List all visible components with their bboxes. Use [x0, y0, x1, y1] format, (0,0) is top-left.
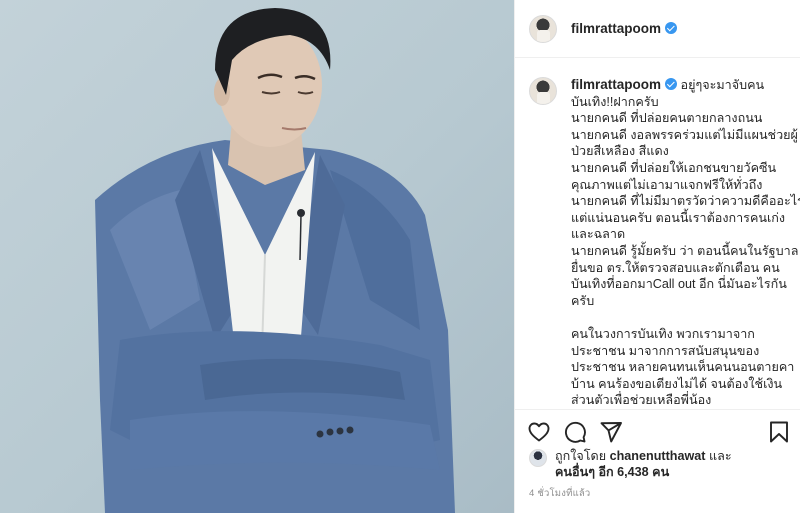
heart-icon[interactable] — [527, 420, 551, 444]
caption-line: คนในวงการบันเทิง พวกเรามาจาก — [571, 326, 755, 341]
post-photo[interactable] — [0, 0, 514, 513]
liker-avatar[interactable] — [529, 449, 547, 467]
caption-line: นายกคนดี ที่ไม่มีมาตรวัดว่าความดีคืออะไร — [571, 194, 800, 209]
share-icon[interactable] — [599, 420, 623, 444]
caption-line: นายกคนดี ที่ปล่อยคนตายกลางถนน — [571, 111, 763, 126]
caption-line: คุณภาพแต่ไม่เอามาแจกฟรีให้ทั่วถึง — [571, 177, 763, 192]
author-username[interactable]: filmrattapoom — [571, 21, 678, 36]
action-icons — [527, 420, 789, 444]
caption-line: ป่วยสีเหลือง สีแดง — [571, 144, 669, 159]
caption-line: ประชาชน มาจากการสนับสนุนของ — [571, 343, 760, 358]
bookmark-icon[interactable] — [767, 420, 791, 444]
caption-author-avatar[interactable] — [529, 77, 557, 105]
post-sidebar: filmrattapoom filmrattapoom อยู่ๆจะมาจับ… — [514, 0, 800, 513]
caption-line: และฉลาด — [571, 227, 626, 242]
post-actions: ถูกใจโดย chanenutthawat และ คนอื่นๆ อีก … — [515, 409, 800, 513]
verified-badge-icon — [665, 78, 678, 90]
caption-section: filmrattapoom อยู่ๆจะมาจับคน บันเทิง!!ฝา… — [515, 59, 800, 409]
comment-icon[interactable] — [563, 420, 587, 444]
caption-line: ส่วนตัวเพื่อช่วยเหลือพี่น้อง — [571, 393, 712, 408]
author-avatar[interactable] — [529, 14, 557, 43]
post-header: filmrattapoom — [515, 0, 800, 58]
liker-username[interactable]: chanenutthawat — [610, 449, 706, 463]
verified-badge-icon — [665, 22, 678, 34]
caption-line: ประชาชน หลายคนทนเห็นคนนอนตายคา — [571, 360, 795, 375]
caption-line: บ้าน คนร้องขอเตียงไม่ได้ จนต้องใช้เงิน — [571, 376, 783, 391]
caption-line: ยื่นขอ ตร.ให้ตรวจสอบและตักเตือน คน — [571, 260, 780, 275]
post-timestamp[interactable]: 4 ชั่วโมงที่แล้ว — [529, 486, 590, 501]
caption-line: แต่แน่นอนครับ ตอนนี้เราต้องการคนเก่ง — [571, 210, 786, 225]
caption-line: นายกคนดี รู้มั้ยครับ ว่า ตอนนี้คนในรัฐบา… — [571, 243, 799, 258]
caption-line: นายกคนดี งอลพรรคร่วมแต่ไม่มีแผนช่วยผู้ — [571, 127, 798, 142]
caption-line: ครับ — [571, 293, 595, 308]
man-in-blue-suit-image — [95, 8, 455, 513]
likes-text: ถูกใจโดย chanenutthawat และ คนอื่นๆ อีก … — [555, 449, 732, 479]
post-caption: filmrattapoom อยู่ๆจะมาจับคน บันเทิง!!ฝา… — [571, 77, 800, 409]
caption-first-line: อยู่ๆจะมาจับคน — [680, 78, 765, 92]
caption-line: บันเทิง!!ฝากครับ — [571, 94, 659, 109]
likes-count-link[interactable]: คนอื่นๆ อีก 6,438 คน — [555, 465, 669, 479]
caption-line: บันเทิงที่ออกมาCall out อีก นี่มันอะไรกั… — [571, 277, 787, 292]
likes-summary: ถูกใจโดย chanenutthawat และ คนอื่นๆ อีก … — [529, 448, 732, 480]
caption-username[interactable]: filmrattapoom — [571, 77, 678, 92]
caption-line: นายกคนดี ที่ปล่อยให้เอกชนขายวัคซีน — [571, 160, 777, 175]
